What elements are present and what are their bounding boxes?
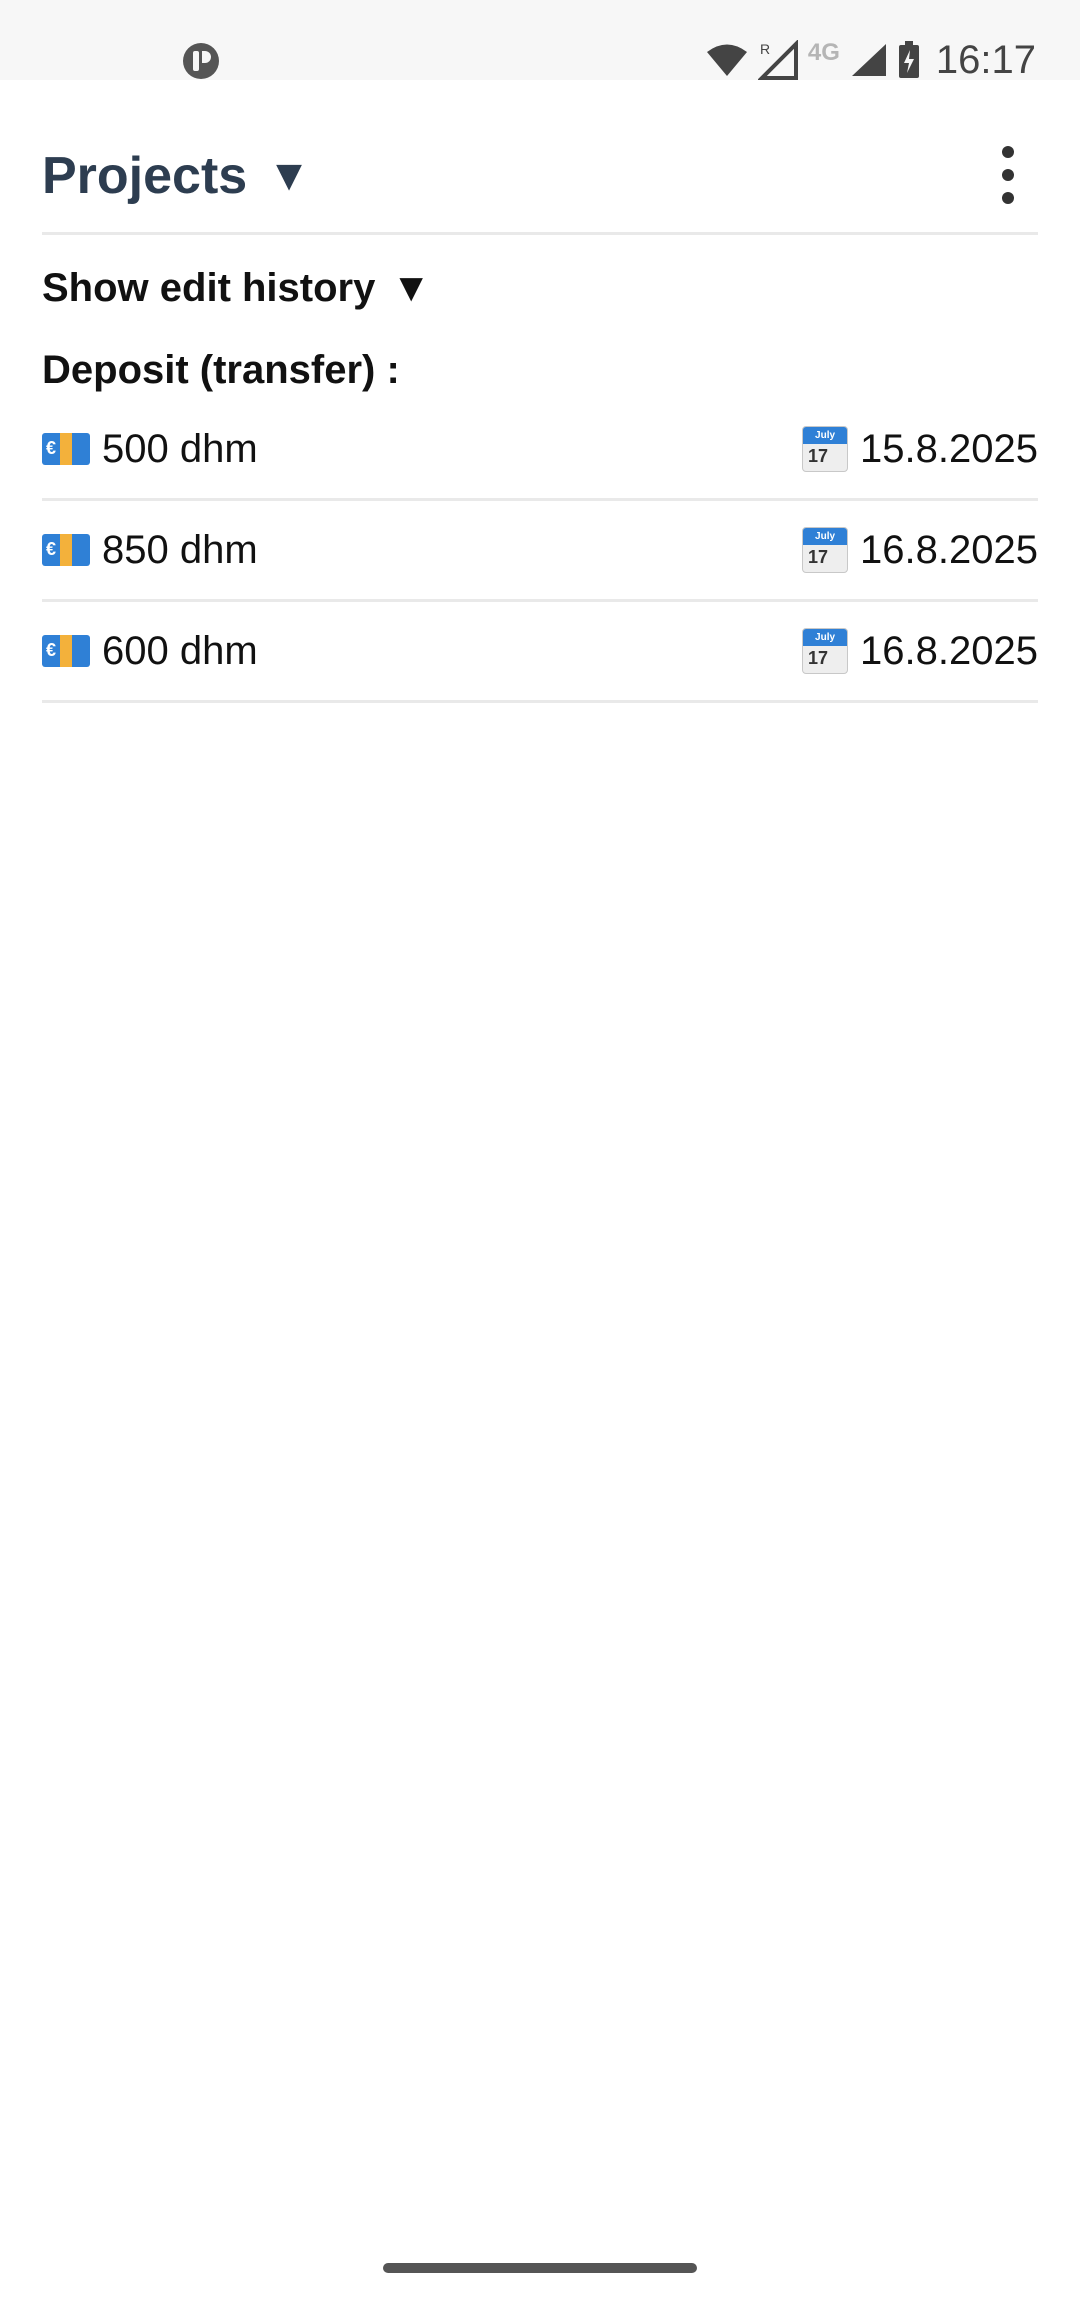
app-header: Projects ▼ (42, 80, 1038, 235)
svg-text:R: R (760, 41, 770, 57)
entry-amount: 500 dhm (102, 426, 258, 471)
status-icons: R 4G 16:17 (706, 38, 1036, 82)
calendar-icon: July 17 (802, 527, 849, 573)
entry-amount: 850 dhm (102, 527, 258, 572)
caret-down-icon: ▼ (391, 266, 431, 310)
list-item[interactable]: € 850 dhm July 17 16.8.2025 (42, 501, 1038, 602)
entry-amount-group: € 600 dhm (42, 629, 258, 674)
caret-down-icon: ▼ (267, 151, 311, 200)
history-toggle-label: Show edit history (42, 266, 376, 310)
entry-date: 15.8.2025 (860, 426, 1038, 471)
entry-date-group: July 17 16.8.2025 (802, 527, 1038, 573)
deposit-list: € 500 dhm July 17 15.8.2025 € 850 dhm Ju… (42, 400, 1038, 703)
money-with-euro-icon: € (42, 433, 90, 465)
dot (1002, 169, 1014, 181)
section-label: Deposit (transfer) : (42, 348, 400, 392)
list-item[interactable]: € 600 dhm July 17 16.8.2025 (42, 602, 1038, 703)
status-time: 16:17 (935, 37, 1036, 82)
app-notification-icon (183, 43, 219, 79)
entry-date: 16.8.2025 (860, 628, 1038, 673)
entry-amount-group: € 500 dhm (42, 427, 258, 472)
entry-amount: 600 dhm (102, 628, 258, 673)
money-with-euro-icon: € (42, 635, 90, 667)
entry-date-group: July 17 16.8.2025 (802, 628, 1038, 674)
network-type-label: 4G (807, 39, 840, 66)
project-selector[interactable]: Projects ▼ (42, 146, 311, 206)
entry-amount-group: € 850 dhm (42, 528, 258, 573)
show-edit-history-toggle[interactable]: Show edit history ▼ (42, 266, 431, 311)
calendar-icon: July 17 (802, 628, 849, 674)
list-item[interactable]: € 500 dhm July 17 15.8.2025 (42, 400, 1038, 501)
dot (1002, 146, 1014, 158)
status-bar: R 4G 16:17 (0, 0, 1080, 82)
more-options-button[interactable] (988, 146, 1028, 204)
calendar-icon: July 17 (802, 426, 849, 472)
home-indicator[interactable] (383, 2263, 697, 2273)
money-with-euro-icon: € (42, 534, 90, 566)
entry-date-group: July 17 15.8.2025 (802, 426, 1038, 472)
page-title: Projects (42, 147, 248, 205)
battery-charging-icon (898, 41, 919, 78)
entry-date: 16.8.2025 (860, 527, 1038, 572)
dot (1002, 192, 1014, 204)
cell-signal-icon (851, 44, 886, 76)
wifi-icon (706, 44, 747, 76)
roaming-signal-icon: R (757, 40, 798, 80)
